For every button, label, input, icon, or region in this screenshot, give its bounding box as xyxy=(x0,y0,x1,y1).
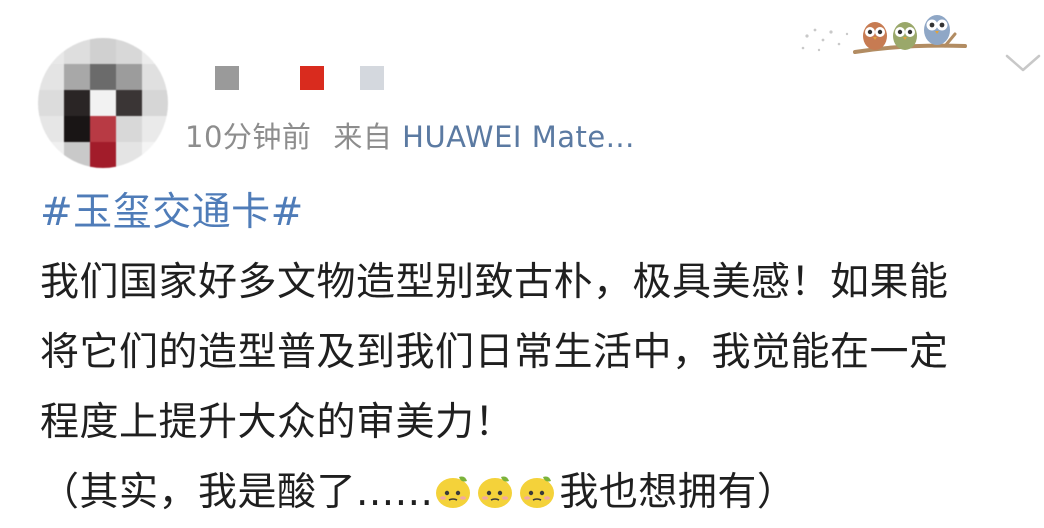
source-device-link[interactable]: HUAWEI Mate... xyxy=(402,120,635,154)
source-prefix: 来自 xyxy=(333,120,393,154)
post-body: #玉玺交通卡# 我们国家好多文物造型别致古朴，极具美感！如果能 将它们的造型普及… xyxy=(40,178,1040,528)
post-line: 程度上提升大众的审美力！ xyxy=(40,400,515,445)
post-line-start: （其实，我是酸了...... xyxy=(40,470,434,515)
lemon-emoji xyxy=(520,476,555,508)
lemon-emoji xyxy=(436,476,471,508)
chevron-down-icon[interactable] xyxy=(1004,52,1042,74)
post-meta: 10分钟前 来自 HUAWEI Mate... xyxy=(185,114,635,156)
post-line: 我们国家好多文物造型别致古朴，极具美感！如果能 xyxy=(40,260,949,305)
post-line-end: 我也想拥有） xyxy=(559,470,797,515)
lemon-emoji xyxy=(478,476,513,508)
hashtag-link[interactable]: #玉玺交通卡# xyxy=(40,190,304,235)
post-line: 将它们的造型普及到我们日常生活中，我觉能在一定 xyxy=(40,330,949,375)
post-line-last: （其实，我是酸了...... 我也想拥有） xyxy=(40,458,1040,528)
avatar[interactable] xyxy=(38,38,168,168)
timestamp: 10分钟前 xyxy=(185,120,312,154)
owl-decoration-icon xyxy=(801,15,967,54)
